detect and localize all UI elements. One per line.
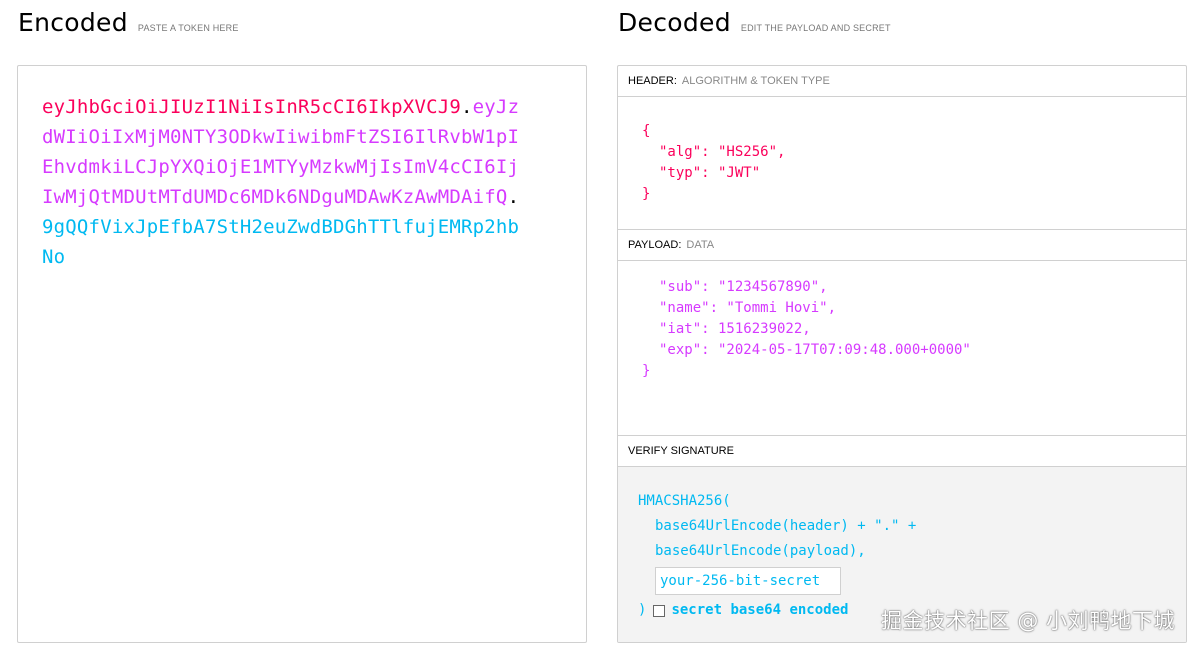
watermark: 掘金技术社区 @ 小刘鸭地下城 (881, 609, 1175, 633)
json-line: "name": "Tommi Hovi", (659, 300, 837, 316)
token-text[interactable]: eyJhbGciOiJIUzI1NiIsInR5cCI6IkpXVCJ9.eyJ… (42, 92, 522, 272)
json-line: "iat": 1516239022, (659, 321, 811, 337)
token-dot: . (461, 96, 473, 118)
token-signature-part: 9gQQfVixJpEfbA7StH2euZwdBDGhTTlfujEMRp2h… (42, 216, 520, 268)
signature-section-heading: VERIFY SIGNATURE (618, 436, 1186, 467)
decoded-panel: HEADER: ALGORITHM & TOKEN TYPE { "alg": … (617, 65, 1187, 643)
header-json-editor[interactable]: { "alg": "HS256", "typ": "JWT" } (618, 97, 1186, 230)
json-line: { (642, 123, 651, 139)
encoded-subtitle: PASTE A TOKEN HERE (137, 23, 239, 33)
decoded-title-group: Decoded EDIT THE PAYLOAD AND SECRET (618, 8, 891, 37)
json-line: } (642, 363, 651, 379)
hmac-function-open: HMACSHA256( (638, 493, 731, 509)
token-dot: . (507, 186, 520, 208)
decoded-title: Decoded (618, 8, 731, 37)
signature-line-header: base64UrlEncode(header) + "." + (655, 518, 917, 534)
hmac-function-close: ) (638, 602, 647, 618)
payload-json-editor[interactable]: "sub": "1234567890", "name": "Tommi Hovi… (618, 261, 1186, 436)
base64-checkbox[interactable] (653, 604, 666, 617)
encoded-title-group: Encoded PASTE A TOKEN HERE (18, 8, 239, 37)
json-line: } (642, 186, 651, 202)
header-section-heading: HEADER: ALGORITHM & TOKEN TYPE (618, 66, 1186, 97)
payload-label: PAYLOAD: (628, 239, 682, 251)
json-line: "sub": "1234567890", (659, 279, 828, 295)
json-line: "typ": "JWT" (659, 165, 761, 181)
payload-section-heading: PAYLOAD: DATA (618, 230, 1186, 261)
secret-input[interactable] (655, 567, 841, 595)
encoded-title: Encoded (18, 8, 128, 37)
token-header-part: eyJhbGciOiJIUzI1NiIsInR5cCI6IkpXVCJ9 (42, 96, 462, 118)
encoded-token-editor[interactable]: eyJhbGciOiJIUzI1NiIsInR5cCI6IkpXVCJ9.eyJ… (17, 65, 587, 643)
payload-sublabel: DATA (686, 239, 715, 251)
base64-checkbox-label[interactable]: secret base64 encoded (671, 598, 848, 623)
signature-line-payload: base64UrlEncode(payload), (655, 543, 866, 559)
decoded-subtitle: EDIT THE PAYLOAD AND SECRET (740, 23, 891, 33)
header-sublabel: ALGORITHM & TOKEN TYPE (681, 75, 830, 87)
header-label: HEADER: (628, 75, 677, 87)
json-line: "alg": "HS256", (659, 144, 786, 160)
signature-label: VERIFY SIGNATURE (628, 445, 734, 457)
json-line: "exp": "2024-05-17T07:09:48.000+0000" (659, 342, 971, 358)
